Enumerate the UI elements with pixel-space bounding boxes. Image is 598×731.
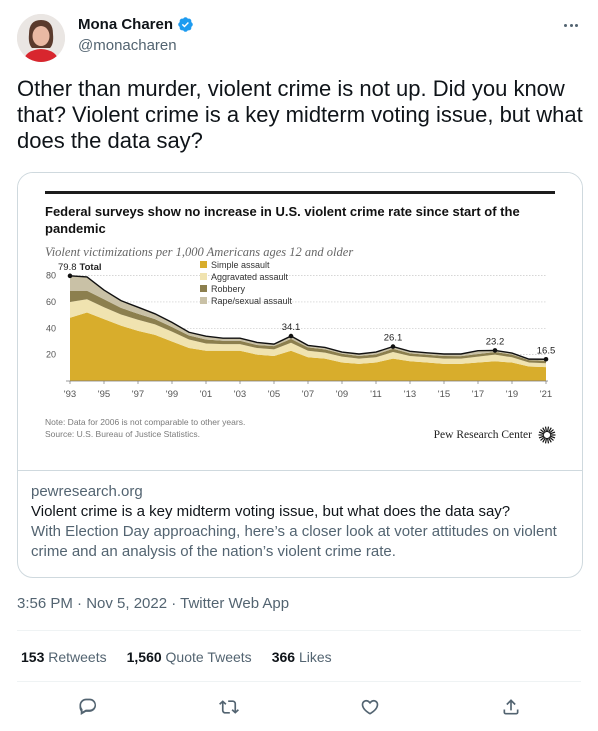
author-name[interactable]: Mona Charen: [78, 16, 173, 33]
reply-icon: [79, 698, 97, 715]
retweets-label: Retweets: [48, 649, 107, 665]
quote-tweets-count: 1,560: [126, 649, 162, 665]
legend-label: Rape/sexual assault: [211, 296, 293, 306]
divider: [17, 681, 581, 682]
engagement-stats: 153 Retweets 1,560 Quote Tweets 366 Like…: [21, 649, 352, 665]
y-tick-label: 40: [46, 323, 56, 333]
total-point: [543, 356, 549, 362]
quote-tweets-stat[interactable]: 1,560 Quote Tweets: [127, 649, 252, 665]
y-tick-label: 80: [46, 271, 56, 281]
x-tick-label: '17: [472, 389, 484, 400]
x-tick-label: '05: [268, 389, 280, 400]
y-tick-label: 20: [46, 350, 56, 360]
legend-swatch: [200, 273, 207, 280]
legend-label: Simple assault: [211, 261, 270, 270]
card-description: With Election Day approaching, here’s a …: [31, 523, 557, 560]
retweet-icon: [219, 700, 239, 714]
total-label: 79.8 Total: [58, 262, 102, 273]
link-card[interactable]: Federal surveys show no increase in U.S.…: [17, 172, 583, 578]
total-label: 26.1: [384, 333, 403, 344]
heart-icon: [361, 699, 379, 715]
chart-title: Federal surveys show no increase in U.S.…: [45, 204, 520, 236]
tweet-header: Mona Charen @monacharen: [17, 12, 587, 62]
pew-brand-text: Pew Research Center: [433, 429, 532, 441]
legend-swatch: [200, 297, 207, 304]
more-options-icon[interactable]: [561, 18, 581, 32]
tweet-timestamp[interactable]: 3:56 PM · Nov 5, 2022 · Twitter Web App: [17, 595, 289, 612]
total-point: [288, 333, 294, 339]
like-button[interactable]: [353, 692, 387, 722]
tweet-text: Other than murder, violent crime is not …: [17, 76, 583, 153]
total-label: 16.5: [537, 345, 556, 356]
x-tick-label: '07: [302, 389, 314, 400]
author-handle[interactable]: @monacharen: [78, 37, 177, 54]
x-tick-label: '93: [64, 389, 76, 400]
legend-label: Robbery: [211, 284, 246, 294]
total-label: 34.1: [282, 322, 301, 333]
total-point: [492, 348, 498, 353]
x-tick-label: '21: [540, 389, 552, 400]
legend-label: Aggravated assault: [211, 272, 289, 282]
chart-subtitle: Violent victimizations per 1,000 America…: [45, 245, 354, 259]
card-title: Violent crime is a key midterm voting is…: [31, 503, 511, 520]
chart-note: Note: Data for 2006 is not comparable to…: [45, 417, 245, 440]
avatar[interactable]: [17, 14, 65, 62]
legend-swatch: [200, 261, 207, 268]
card-image[interactable]: Federal surveys show no increase in U.S.…: [18, 173, 582, 471]
share-button[interactable]: [494, 692, 528, 722]
action-bar: [17, 692, 581, 722]
chart-top-rule: [45, 191, 555, 194]
x-tick-label: '09: [336, 389, 348, 400]
legend-swatch: [200, 285, 207, 292]
pew-logo: Pew Research Center: [434, 426, 556, 444]
x-tick-label: '15: [438, 389, 450, 400]
likes-label: Likes: [298, 649, 332, 665]
card-domain: pewresearch.org: [31, 483, 143, 500]
retweets-count: 153: [21, 649, 45, 665]
x-tick-label: '99: [166, 389, 178, 400]
x-tick-label: '01: [200, 389, 212, 400]
y-tick-label: 60: [46, 297, 56, 307]
chart-source-line: Source: U.S. Bureau of Justice Statistic…: [45, 428, 200, 439]
x-tick-label: '19: [506, 389, 518, 400]
x-tick-label: '11: [370, 389, 382, 400]
retweet-button[interactable]: [212, 692, 246, 722]
retweets-stat[interactable]: 153 Retweets: [21, 649, 107, 665]
verified-badge-icon: [178, 17, 193, 32]
quote-tweets-label: Quote Tweets: [165, 649, 252, 665]
share-icon: [503, 699, 519, 715]
likes-stat[interactable]: 366 Likes: [272, 649, 332, 665]
pew-sunburst-icon: [538, 426, 556, 444]
total-label: 23.2: [486, 336, 505, 347]
x-tick-label: '95: [98, 389, 110, 400]
card-body[interactable]: pewresearch.org Violent crime is a key m…: [18, 472, 582, 562]
chart-note-line: Note: Data for 2006 is not comparable to…: [45, 417, 246, 427]
total-point: [67, 273, 73, 279]
crime-rate-chart: 20 40 60 80 '93 '95 '97 '99 '01 '03 '05 '07 '09 '11 '1…: [46, 261, 556, 400]
reply-button[interactable]: [71, 692, 105, 722]
x-tick-label: '97: [132, 389, 144, 400]
x-tick-label: '03: [234, 389, 246, 400]
total-point: [390, 344, 396, 349]
likes-count: 366: [271, 649, 296, 665]
divider: [17, 630, 581, 631]
x-tick-label: '13: [404, 389, 416, 400]
